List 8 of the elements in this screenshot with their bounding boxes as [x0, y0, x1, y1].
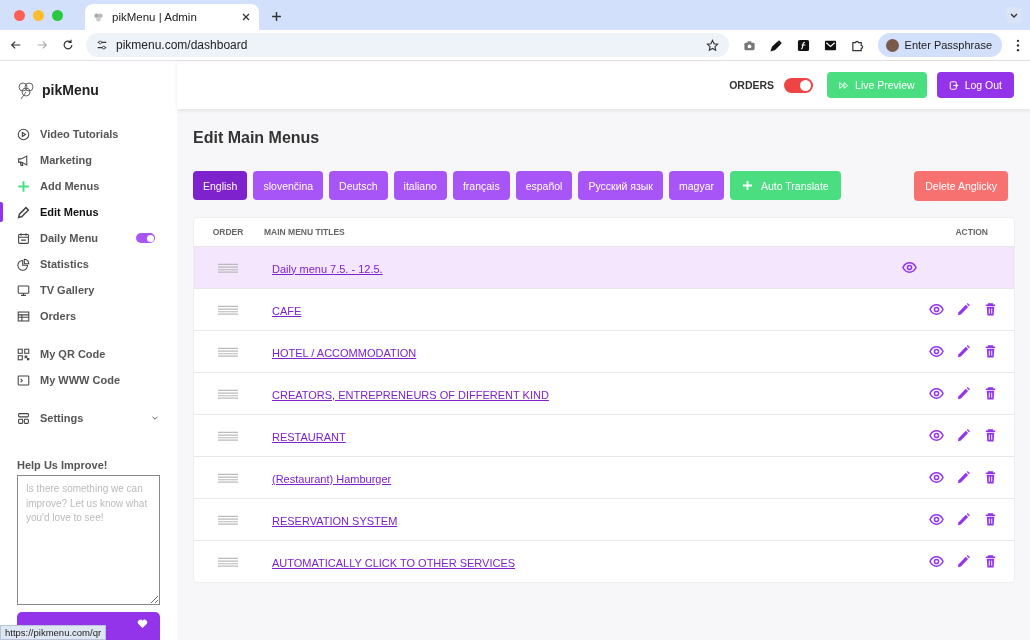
- column-header: ACTION: [954, 227, 989, 237]
- page-title: Edit Main Menus: [193, 129, 321, 147]
- column-header: ORDER: [211, 227, 245, 237]
- brand-name: pikMenu: [42, 82, 99, 98]
- url-tooltip: https://pikmenu.com/qr: [0, 625, 107, 640]
- feedback-title: Help Us Improve!: [17, 459, 109, 471]
- column-header: MAIN MENU TITLES: [263, 227, 346, 237]
- orders-label: ORDERS: [729, 79, 775, 91]
